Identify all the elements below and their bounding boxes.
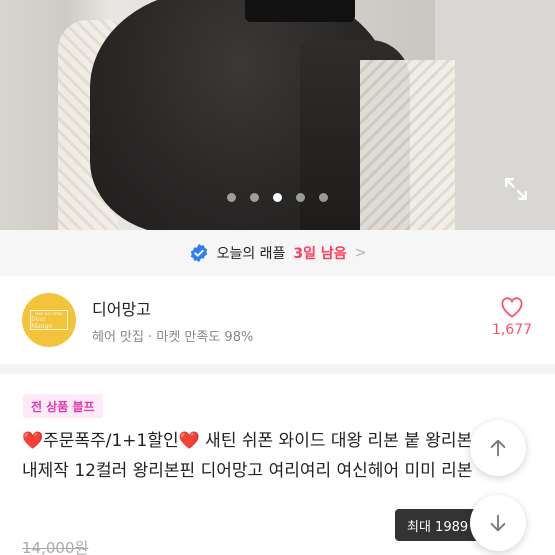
like-button[interactable]: 1,677 [490,296,534,338]
pagination-dot-active[interactable] [273,193,282,202]
original-price: 14,000원 [22,539,89,555]
shop-logo-frame: Hair acc shop Dear Mango [30,310,68,330]
ribbon [245,0,355,22]
pagination-dot[interactable] [227,193,236,202]
pagination-dot[interactable] [250,193,259,202]
arrow-down-icon [490,514,506,532]
shop-info[interactable]: Hair acc shop Dear Mango 디어망고 헤어 맛집 · 마켓… [0,276,555,364]
logo-brand: Dear Mango [31,315,53,330]
shop-name[interactable]: 디어망고 [92,296,151,320]
shop-logo[interactable]: Hair acc shop Dear Mango [22,293,76,347]
verified-check-icon [190,243,207,263]
arrow-up-icon [490,439,506,457]
chevron-right-icon: > [354,245,367,261]
promo-tag: 전 상품 블프 [23,394,103,418]
scroll-down-button[interactable] [470,495,526,551]
heart-icon [501,297,523,318]
product-image-gallery[interactable] [0,0,555,230]
product-title: ❤️주문폭주/1+1할인❤️ 새틴 쉬폰 와이드 대왕 리본 붙 왕리본 국내제… [22,431,494,481]
raffle-label: 오늘의 래플 [216,246,286,262]
like-count: 1,677 [491,322,533,338]
gallery-pagination [0,193,555,202]
scroll-top-button[interactable] [470,420,526,476]
pagination-dot[interactable] [319,193,328,202]
shop-description: 헤어 맛집 · 마켓 만족도 98% [92,330,254,345]
section-divider [0,364,555,374]
expand-icon[interactable] [503,176,529,202]
pagination-dot[interactable] [296,193,305,202]
raffle-banner[interactable]: 오늘의 래플 3일 남음 > [0,230,555,276]
lace-sleeve-right [360,60,455,230]
raffle-days-left: 3일 남음 [293,246,347,262]
